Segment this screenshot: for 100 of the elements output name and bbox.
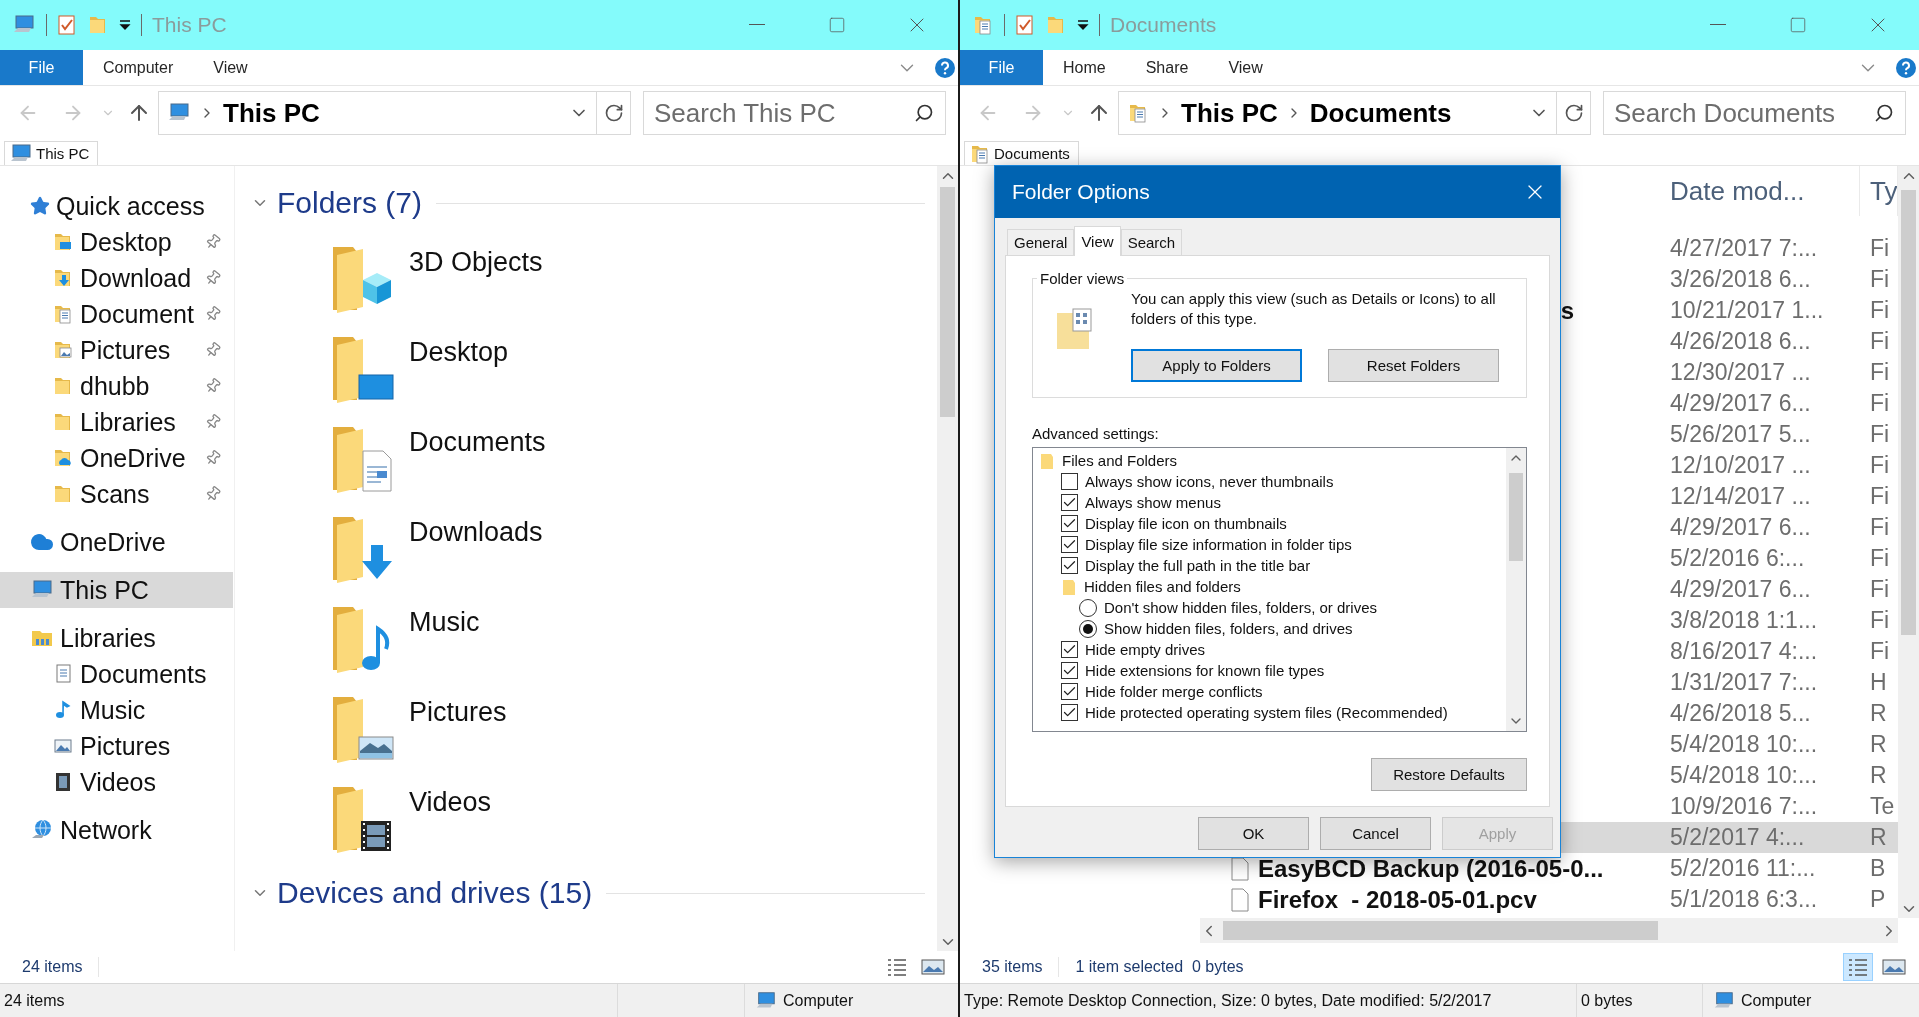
folder-item[interactable]: Downloads (235, 513, 655, 603)
file-row[interactable]: Firefox - 2018-05-01.pcv 5/1/2018 6:3... P (1200, 884, 1898, 915)
nav-item[interactable]: Libraries (0, 620, 233, 656)
nav-item[interactable]: Document (0, 296, 233, 332)
dialog-button[interactable]: OK (1198, 817, 1309, 850)
file-tab[interactable]: File (0, 50, 83, 85)
folder-item[interactable]: 3D Objects (235, 243, 655, 333)
details-view-icon (1847, 957, 1869, 977)
ribbon-tab[interactable]: View (1208, 50, 1283, 85)
properties-icon[interactable] (57, 14, 77, 36)
date-cell-text: 5/1/2018 6:3... (1669, 886, 1819, 913)
nav-item[interactable]: OneDrive (0, 524, 233, 560)
help-icon[interactable] (934, 56, 956, 79)
checkbox[interactable] (1061, 536, 1078, 553)
dialog-tab[interactable]: General (1007, 229, 1075, 255)
nav-item[interactable]: Pictures (0, 728, 233, 764)
nav-item[interactable]: Quick access (0, 188, 233, 224)
nav-item[interactable]: Videos (0, 764, 233, 800)
scrollbar[interactable] (1898, 166, 1919, 918)
folder-item[interactable]: Music (235, 603, 655, 693)
dialog-button[interactable]: Reset Folders (1328, 349, 1499, 382)
ribbon-tab[interactable]: Share (1125, 50, 1209, 85)
nav-item[interactable]: Documents (0, 656, 233, 692)
address-bar[interactable]: This PC (158, 91, 631, 135)
dropdown-caret-icon[interactable] (119, 19, 131, 31)
nav-item[interactable]: Desktop (0, 224, 233, 260)
type-cell-text: Fi (1869, 607, 1891, 634)
folder-item[interactable]: Documents (235, 423, 655, 513)
checkbox[interactable] (1061, 515, 1078, 532)
dialog-button[interactable]: Apply to Folders (1131, 349, 1302, 382)
nav-item[interactable]: Scans (0, 476, 233, 512)
folder-item[interactable]: Videos (235, 783, 655, 873)
documents-folder-icon (52, 303, 74, 325)
breadcrumb[interactable]: This PC (223, 97, 320, 129)
setting-label: Hide extensions for known file types (1085, 662, 1325, 679)
date-cell-text: 12/30/2017 ... (1669, 359, 1812, 386)
description-text: You can apply this view (such as Details or Icons) to all folders of this type. (1131, 289, 1497, 329)
date-cell-text: 3/8/2018 1:1... (1669, 607, 1819, 634)
radio-button[interactable] (1079, 598, 1097, 617)
setting-label: Hide folder merge conflicts (1085, 683, 1263, 700)
folder-item[interactable]: Pictures (235, 693, 655, 783)
documents-folder-icon (1127, 102, 1149, 124)
nav-item[interactable]: Music (0, 692, 233, 728)
view-button[interactable] (1843, 953, 1873, 981)
nav-item[interactable]: Network (0, 812, 233, 848)
scrollbar[interactable] (937, 166, 958, 951)
checkbox[interactable] (1061, 662, 1078, 679)
date-cell-text: 4/29/2017 6... (1669, 576, 1812, 603)
scrollbar[interactable] (1506, 448, 1526, 731)
ribbon-tab[interactable]: Home (1043, 50, 1126, 85)
location-tab[interactable]: Documents (964, 141, 1079, 165)
setting-label: Show hidden files, folders, and drives (1104, 620, 1353, 637)
checkbox[interactable] (1061, 494, 1078, 511)
scroll-thumb[interactable] (940, 187, 955, 417)
nav-item[interactable]: dhubb (0, 368, 233, 404)
address-bar[interactable]: This PC Documents (1118, 91, 1591, 135)
setting-label: Don't show hidden files, folders, or drives (1104, 599, 1377, 616)
nav-item[interactable]: Pictures (0, 332, 233, 368)
dialog-button[interactable]: Cancel (1320, 817, 1431, 850)
properties-icon[interactable] (1015, 14, 1035, 36)
column-header[interactable]: Date mod... (1660, 166, 1860, 216)
type-cell-text: Fi (1869, 390, 1891, 417)
location-tab[interactable]: This PC (4, 141, 99, 165)
checkbox[interactable] (1061, 704, 1078, 721)
horizontal-scrollbar[interactable] (1200, 918, 1898, 943)
ribbon-tab[interactable]: View (193, 50, 268, 85)
nav-item[interactable]: OneDrive (0, 440, 233, 476)
help-icon[interactable] (1895, 56, 1917, 79)
breadcrumb[interactable]: Documents (1309, 97, 1452, 129)
dropdown-caret-icon[interactable] (1077, 19, 1089, 31)
dialog-tab[interactable]: View (1074, 226, 1121, 256)
breadcrumb[interactable]: This PC (1181, 97, 1278, 129)
nav-item[interactable]: Download (0, 260, 233, 296)
type-cell-text: Fi (1869, 297, 1891, 324)
file-tab[interactable]: File (960, 50, 1043, 85)
date-cell-text: 12/10/2017 ... (1669, 452, 1812, 479)
restore-defaults-button[interactable]: Restore Defaults (1371, 758, 1527, 791)
checkbox[interactable] (1061, 473, 1078, 490)
setting-label: Display file size information in folder tips (1085, 536, 1352, 553)
search-field[interactable]: Search This PC (643, 91, 946, 135)
checkbox[interactable] (1061, 641, 1078, 658)
checkbox[interactable] (1061, 683, 1078, 700)
ribbon-tab[interactable]: Computer (83, 50, 194, 85)
nav-item[interactable]: Libraries (0, 404, 233, 440)
group-label: Folder views (1039, 270, 1126, 287)
file-row[interactable]: EasyBCD Backup (2016-05-0... 5/2/2016 11:... B (1200, 853, 1898, 884)
search-field[interactable]: Search Documents (1603, 91, 1906, 135)
radio-button[interactable] (1079, 619, 1097, 638)
dialog-tab[interactable]: Search (1120, 229, 1183, 255)
setting-group-label: Files and Folders (1062, 452, 1178, 469)
type-cell-text: P (1869, 886, 1887, 913)
scroll-thumb[interactable] (1509, 473, 1523, 561)
folder-item[interactable]: Desktop (235, 333, 655, 423)
nav-item[interactable]: This PC (0, 572, 233, 608)
type-cell-text: Fi (1869, 483, 1891, 510)
scroll-thumb[interactable] (1223, 921, 1658, 940)
search-icon (914, 103, 934, 123)
scroll-thumb[interactable] (1901, 190, 1916, 635)
checkbox[interactable] (1061, 557, 1078, 574)
type-cell-text: Fi (1869, 576, 1891, 603)
